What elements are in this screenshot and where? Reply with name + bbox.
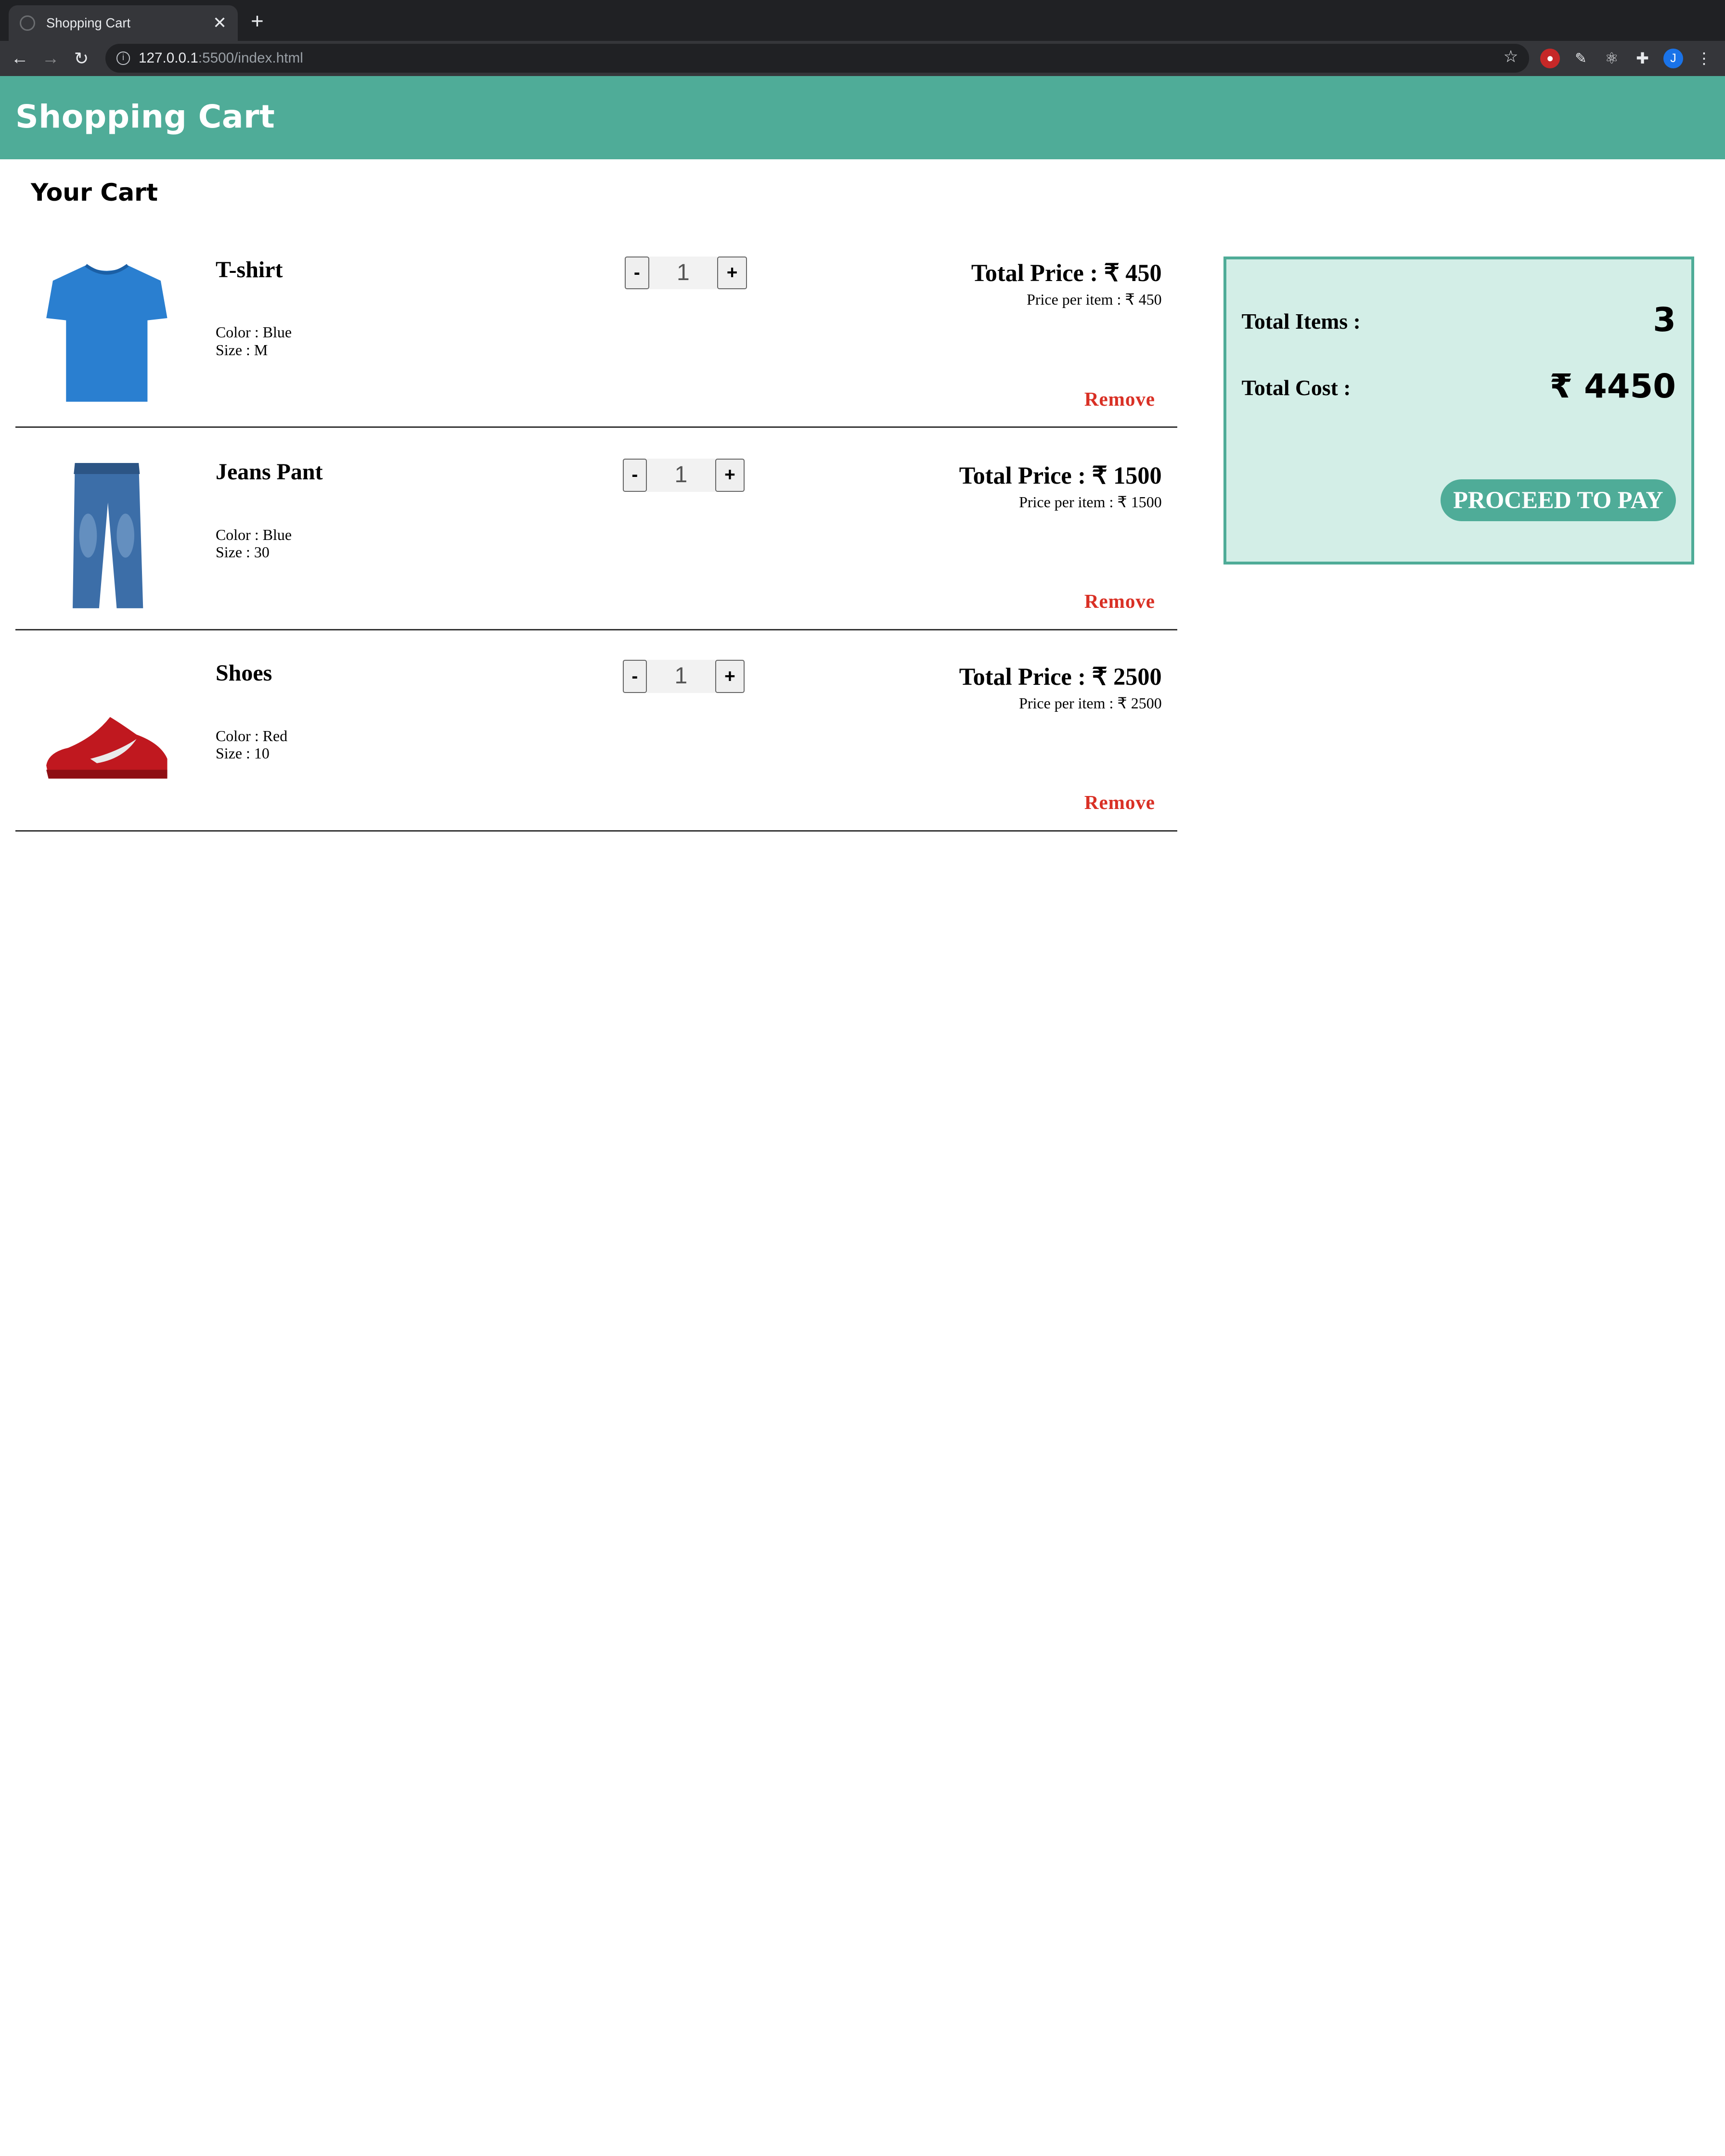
increase-quantity-button[interactable]: + xyxy=(715,459,745,492)
item-size: Size : 30 xyxy=(215,543,270,561)
remove-item-button[interactable]: Remove xyxy=(1084,590,1155,613)
extension-pen-icon[interactable]: ✎ xyxy=(1571,49,1591,68)
quantity-stepper: - 1 + xyxy=(625,256,747,290)
cart-heading: Your Cart xyxy=(30,178,158,207)
cart-item-tshirt: T-shirt Color : Blue Size : M - 1 + Tota… xyxy=(15,226,1177,428)
total-cost-label: Total Cost : xyxy=(1241,375,1351,400)
decrease-quantity-button[interactable]: - xyxy=(622,660,647,693)
item-total-price: Total Price : ₹ 450 xyxy=(971,259,1162,287)
item-color: Color : Blue xyxy=(215,323,292,341)
url-host: 127.0.0.1 xyxy=(138,50,198,66)
quantity-value[interactable]: 1 xyxy=(646,660,715,693)
extension-shield-icon[interactable]: ● xyxy=(1540,48,1560,68)
back-icon[interactable]: ← xyxy=(4,48,35,68)
item-name: Shoes xyxy=(215,660,272,686)
item-total-price: Total Price : ₹ 2500 xyxy=(959,663,1162,690)
quantity-value[interactable]: 1 xyxy=(649,256,718,290)
browser-tab-strip: Shopping Cart ✕ + xyxy=(0,0,1725,41)
cart-summary: Total Items : 3 Total Cost : ₹ 4450 PROC… xyxy=(1223,256,1694,565)
item-color: Color : Blue xyxy=(215,526,292,543)
new-tab-button[interactable]: + xyxy=(251,9,264,34)
close-tab-icon[interactable]: ✕ xyxy=(213,13,227,33)
cart-item-shoes: Shoes Color : Red Size : 10 - 1 + Total … xyxy=(15,629,1177,832)
url-path: :5500/index.html xyxy=(198,50,303,66)
item-name: T-shirt xyxy=(215,257,283,282)
item-size: Size : M xyxy=(215,341,268,359)
profile-avatar[interactable]: J xyxy=(1663,48,1684,68)
info-icon[interactable]: i xyxy=(116,51,130,65)
total-items-label: Total Items : xyxy=(1241,309,1361,334)
item-price-per-item: Price per item : ₹ 450 xyxy=(1027,291,1162,308)
item-price-per-item: Price per item : ₹ 2500 xyxy=(1019,694,1162,712)
tab-title: Shopping Cart xyxy=(46,15,131,30)
page-header: Shopping Cart xyxy=(0,76,1725,160)
proceed-to-pay-button[interactable]: PROCEED TO PAY xyxy=(1440,479,1676,521)
tshirt-image xyxy=(46,264,167,402)
page-title: Shopping Cart xyxy=(15,98,275,136)
decrease-quantity-button[interactable]: - xyxy=(625,256,649,290)
quantity-stepper: - 1 + xyxy=(622,660,745,693)
total-cost-value: ₹ 4450 xyxy=(1549,367,1676,406)
increase-quantity-button[interactable]: + xyxy=(717,256,747,290)
extensions-puzzle-icon[interactable]: ✚ xyxy=(1633,49,1652,68)
decrease-quantity-button[interactable]: - xyxy=(622,459,647,492)
forward-icon[interactable]: → xyxy=(35,48,66,68)
increase-quantity-button[interactable]: + xyxy=(715,660,745,693)
browser-tab[interactable]: Shopping Cart ✕ xyxy=(9,5,238,41)
cart-item-jeans: Jeans Pant Color : Blue Size : 30 - 1 + … xyxy=(15,428,1177,630)
reload-icon[interactable]: ↻ xyxy=(66,48,97,69)
shoe-image xyxy=(46,717,167,779)
remove-item-button[interactable]: Remove xyxy=(1084,791,1155,814)
item-size: Size : 10 xyxy=(215,744,270,762)
item-name: Jeans Pant xyxy=(215,459,323,485)
browser-toolbar: ← → ↻ i 127.0.0.1:5500/index.html ☆ ● ✎ … xyxy=(0,40,1725,76)
item-color: Color : Red xyxy=(215,727,288,744)
react-devtools-icon[interactable]: ⚛ xyxy=(1602,49,1622,68)
remove-item-button[interactable]: Remove xyxy=(1084,387,1155,411)
globe-icon xyxy=(20,15,36,31)
quantity-stepper: - 1 + xyxy=(622,459,745,492)
bookmark-star-icon[interactable]: ☆ xyxy=(1504,47,1519,66)
item-price-per-item: Price per item : ₹ 1500 xyxy=(1019,493,1162,511)
jeans-image xyxy=(72,463,143,608)
address-bar[interactable]: i 127.0.0.1:5500/index.html ☆ xyxy=(105,44,1530,73)
total-items-value: 3 xyxy=(1653,301,1676,340)
item-total-price: Total Price : ₹ 1500 xyxy=(959,462,1162,489)
menu-kebab-icon[interactable]: ⋮ xyxy=(1694,49,1714,68)
quantity-value[interactable]: 1 xyxy=(646,459,715,492)
